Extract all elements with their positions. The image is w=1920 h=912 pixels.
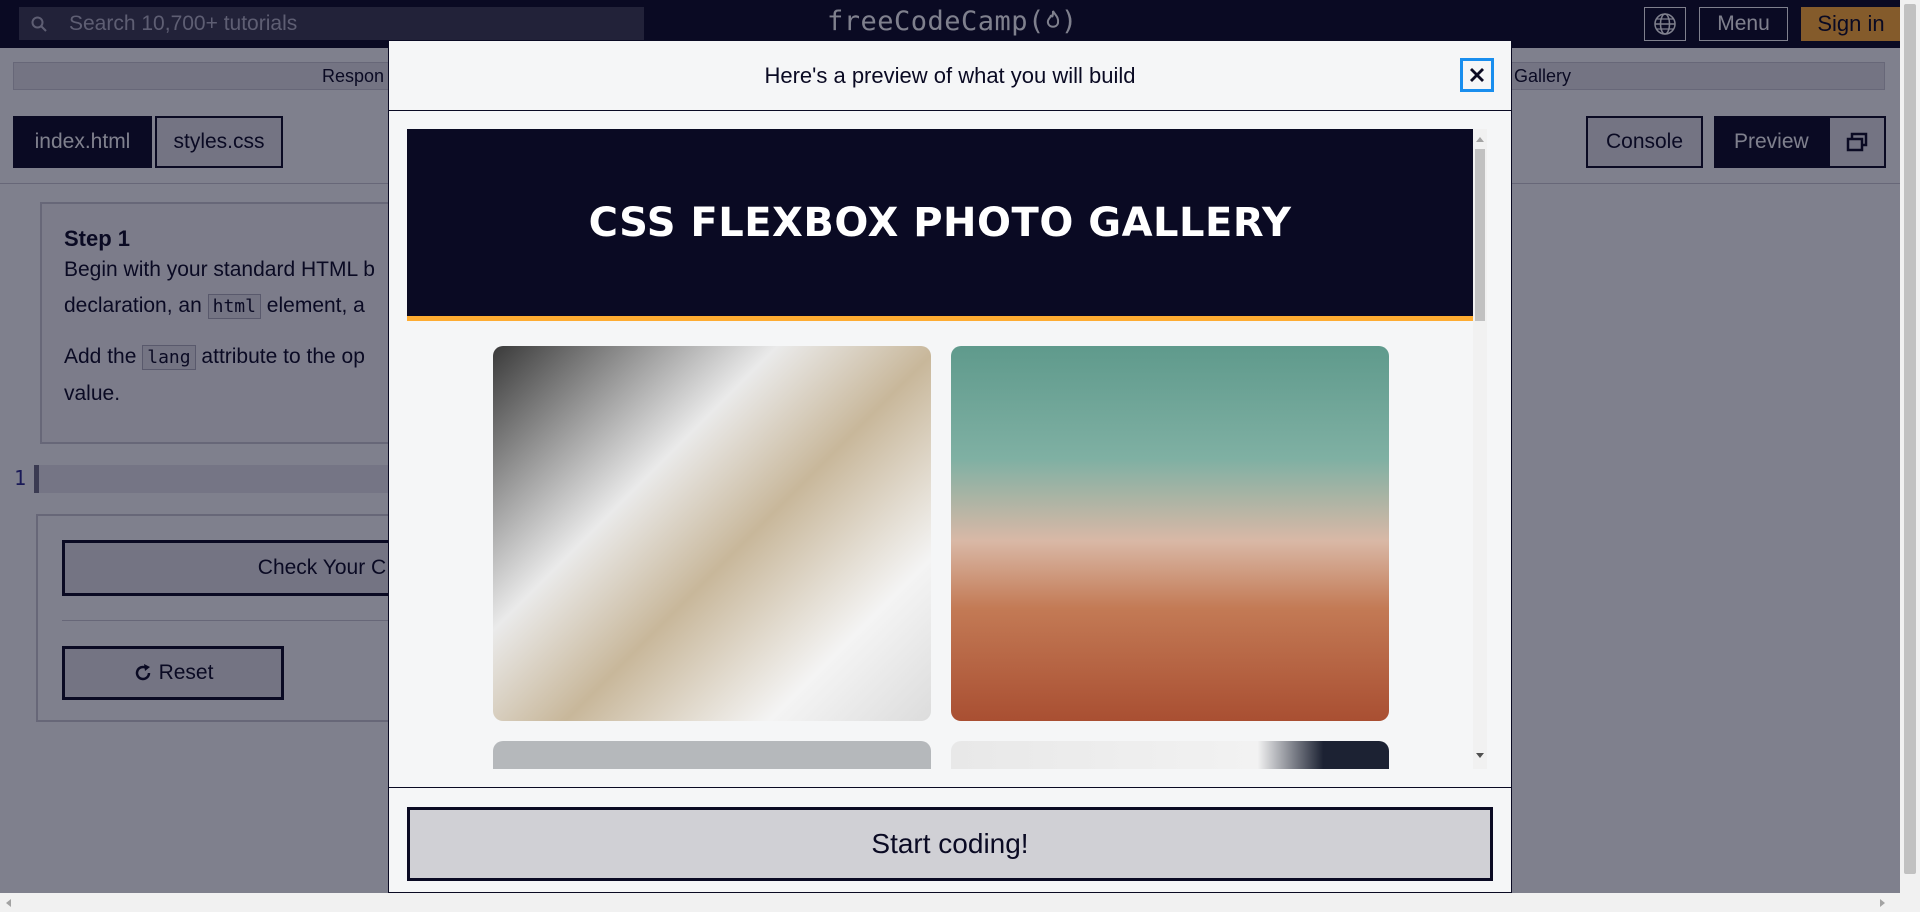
page-horizontal-scrollbar[interactable]: [0, 893, 1920, 912]
modal-title: Here's a preview of what you will build: [764, 63, 1136, 88]
cat-photo-sleeping: [493, 346, 931, 721]
cat-photo-4: [951, 741, 1389, 769]
cat-photo-on-back: [951, 346, 1389, 721]
gallery-title: CSS FLEXBOX PHOTO GALLERY: [588, 199, 1292, 246]
gallery-header: CSS FLEXBOX PHOTO GALLERY: [407, 129, 1473, 321]
modal-header: Here's a preview of what you will build: [389, 41, 1511, 111]
start-coding-button[interactable]: Start coding!: [407, 807, 1493, 881]
scroll-up-arrow[interactable]: [1476, 137, 1484, 142]
modal-footer-divider: [389, 787, 1511, 788]
close-button[interactable]: [1460, 58, 1494, 92]
preview-modal: Here's a preview of what you will build …: [388, 40, 1512, 893]
page-scroll-thumb[interactable]: [1904, 4, 1916, 874]
scroll-down-arrow[interactable]: [1476, 753, 1484, 758]
page-vertical-scrollbar[interactable]: [1900, 0, 1920, 893]
scroll-left-arrow[interactable]: [6, 899, 11, 907]
preview-scrollbar[interactable]: [1473, 129, 1487, 769]
cat-photo-3: [493, 741, 931, 769]
scroll-thumb[interactable]: [1475, 149, 1485, 321]
close-icon: [1470, 68, 1484, 82]
scroll-right-arrow[interactable]: [1880, 899, 1885, 907]
preview-frame[interactable]: CSS FLEXBOX PHOTO GALLERY: [407, 129, 1487, 769]
